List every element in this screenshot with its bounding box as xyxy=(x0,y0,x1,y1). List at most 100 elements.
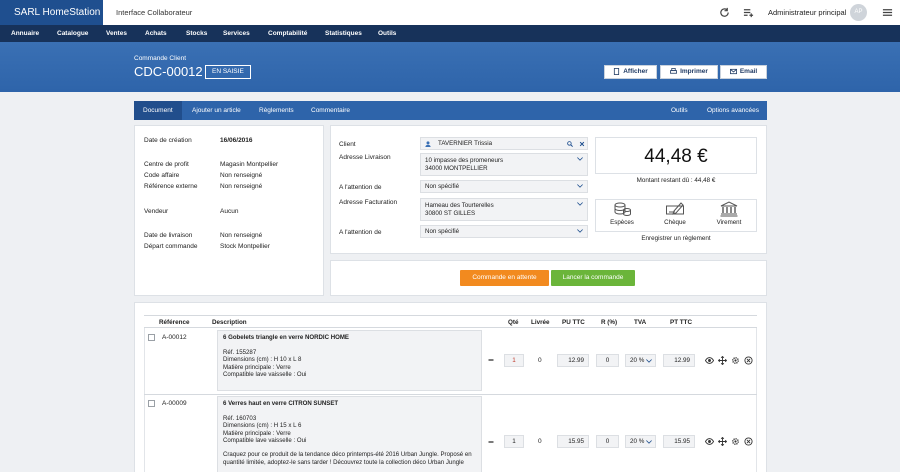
top-bar: SARL HomeStation Interface Collaborateur… xyxy=(0,0,900,25)
row-checkbox[interactable] xyxy=(148,400,155,407)
nav-ventes[interactable]: Ventes xyxy=(106,25,127,42)
nav-stocks[interactable]: Stocks xyxy=(186,25,207,42)
gear-icon[interactable] xyxy=(731,356,740,365)
creation-date-label: Date de création xyxy=(144,137,192,144)
eye-icon[interactable] xyxy=(705,437,714,446)
attention-label: A l'attention de xyxy=(339,184,382,191)
row-desc-line: Craquez pour ce produit de la tendance d… xyxy=(223,450,472,458)
col-qty: Qté xyxy=(508,319,519,326)
gear-icon[interactable] xyxy=(731,437,740,446)
seller-value[interactable]: Aucun xyxy=(220,208,238,215)
nav-catalogue[interactable]: Catalogue xyxy=(57,25,88,42)
move-icon[interactable] xyxy=(718,437,727,446)
print-button[interactable]: Imprimer xyxy=(660,65,718,79)
clear-icon[interactable] xyxy=(579,141,585,147)
delivery-address-label: Adresse Livraison xyxy=(339,154,391,161)
discount-input[interactable]: 0 xyxy=(596,354,619,367)
attention-select[interactable]: Non spécifié xyxy=(420,180,588,193)
tab-advanced-options[interactable]: Options avancées xyxy=(707,101,759,120)
attention-label-2: A l'attention de xyxy=(339,229,382,236)
row-desc-line: Compatible lave vaisselle : Oui xyxy=(223,371,307,379)
register-payment-link[interactable]: Enregistrer un règlement xyxy=(595,235,757,242)
row-reference[interactable]: A-00012 xyxy=(162,334,187,341)
hamburger-menu-icon[interactable] xyxy=(882,7,893,18)
remove-icon[interactable] xyxy=(744,437,753,446)
task-list-icon[interactable] xyxy=(743,7,754,18)
row-checkbox[interactable] xyxy=(148,334,155,341)
tab-comment[interactable]: Commentaire xyxy=(311,101,350,120)
delivered-value: 0 xyxy=(538,438,542,445)
row-reference[interactable]: A-00009 xyxy=(162,400,187,407)
row-description[interactable]: 6 Gobelets triangle en verre NORDIC HOME… xyxy=(217,330,482,391)
email-button[interactable]: Email xyxy=(720,65,767,79)
business-code-value[interactable]: Non renseigné xyxy=(220,172,262,179)
col-description: Description xyxy=(212,319,247,326)
bank-icon xyxy=(720,201,738,217)
attention-value-2: Non spécifié xyxy=(425,228,460,235)
nav-services[interactable]: Services xyxy=(223,25,250,42)
pay-transfer-button[interactable]: Virement xyxy=(702,201,756,231)
discount-input[interactable]: 0 xyxy=(596,435,619,448)
user-name[interactable]: Administrateur principal xyxy=(768,0,846,25)
tab-tools[interactable]: Outils xyxy=(671,101,688,120)
pay-transfer-label: Virement xyxy=(716,219,742,226)
launch-order-button[interactable]: Lancer la commande xyxy=(551,270,635,286)
nav-outils[interactable]: Outils xyxy=(378,25,396,42)
delivered-value: 0 xyxy=(538,357,542,364)
col-delivered: Livrée xyxy=(531,319,550,326)
order-departure-label: Départ commande xyxy=(144,243,198,250)
col-total-price: PT TTC xyxy=(670,319,693,326)
client-field[interactable]: TAVERNIER Trissia xyxy=(420,137,588,150)
unit-price-input[interactable]: 12.99 xyxy=(557,354,589,367)
remove-icon[interactable] xyxy=(744,356,753,365)
external-ref-value[interactable]: Non renseigné xyxy=(220,183,262,190)
nav-comptabilite[interactable]: Comptabilité xyxy=(268,25,307,42)
move-icon[interactable] xyxy=(718,356,727,365)
profit-center-value[interactable]: Magasin Montpellier xyxy=(220,161,278,168)
show-button[interactable]: Afficher xyxy=(604,65,657,79)
print-button-label: Imprimer xyxy=(680,68,708,75)
eye-icon[interactable] xyxy=(705,356,714,365)
pending-order-button[interactable]: Commande en attente xyxy=(460,270,549,286)
chevron-down-icon xyxy=(577,229,583,233)
email-button-label: Email xyxy=(739,68,758,75)
pay-cash-button[interactable]: Espèces xyxy=(595,201,649,231)
vat-select[interactable]: 20 % xyxy=(625,435,656,448)
nav-achats[interactable]: Achats xyxy=(145,25,167,42)
brand-title[interactable]: SARL HomeStation xyxy=(0,0,103,25)
tab-add-article[interactable]: Ajouter un article xyxy=(192,101,241,120)
document-type-label: Commande Client xyxy=(134,55,187,62)
tab-document[interactable]: Document xyxy=(134,101,182,120)
order-departure-value[interactable]: Stock Montpellier xyxy=(220,243,270,250)
vat-value: 20 % xyxy=(630,357,645,364)
creation-date-value: 16/06/2016 xyxy=(220,137,253,144)
delivery-address-line2: 34000 MONTPELLIER xyxy=(425,165,488,172)
refresh-icon[interactable] xyxy=(719,7,730,18)
row-desc-line: quantité limitée, adoptez-le sans tarder… xyxy=(223,458,464,466)
billing-address-select[interactable]: Hameau des Tourterelles 30800 ST GILLES xyxy=(420,198,588,221)
minus-icon[interactable] xyxy=(488,440,494,444)
attention-select-2[interactable]: Non spécifié xyxy=(420,225,588,238)
qty-input[interactable]: 1 xyxy=(504,435,524,448)
client-label: Client xyxy=(339,141,356,148)
pay-cheque-label: Chèque xyxy=(664,219,686,226)
envelope-icon xyxy=(729,68,737,74)
qty-input[interactable]: 1 xyxy=(504,354,524,367)
minus-icon[interactable] xyxy=(488,358,494,362)
pay-cheque-button[interactable]: Chèque xyxy=(648,201,702,231)
search-icon[interactable] xyxy=(567,141,573,147)
attention-value: Non spécifié xyxy=(425,183,460,190)
nav-statistiques[interactable]: Statistiques xyxy=(325,25,362,42)
row-description[interactable]: 6 Verres haut en verre CITRON SUNSET Réf… xyxy=(217,396,482,472)
vat-select[interactable]: 20 % xyxy=(625,354,656,367)
tab-payments[interactable]: Règlements xyxy=(259,101,294,120)
delivery-date-value[interactable]: Non renseigné xyxy=(220,232,262,239)
unit-price-input[interactable]: 15.95 xyxy=(557,435,589,448)
nav-annuaire[interactable]: Annuaire xyxy=(11,25,39,42)
billing-address-line1: Hameau des Tourterelles xyxy=(425,202,494,209)
row-divider xyxy=(144,394,757,395)
document-tabs: Document Ajouter un article Règlements C… xyxy=(134,101,767,120)
avatar[interactable]: AP xyxy=(850,4,867,21)
delivery-address-select[interactable]: 10 impasse des promeneurs 34000 MONTPELL… xyxy=(420,153,588,176)
row-title: 6 Gobelets triangle en verre NORDIC HOME xyxy=(223,334,349,341)
